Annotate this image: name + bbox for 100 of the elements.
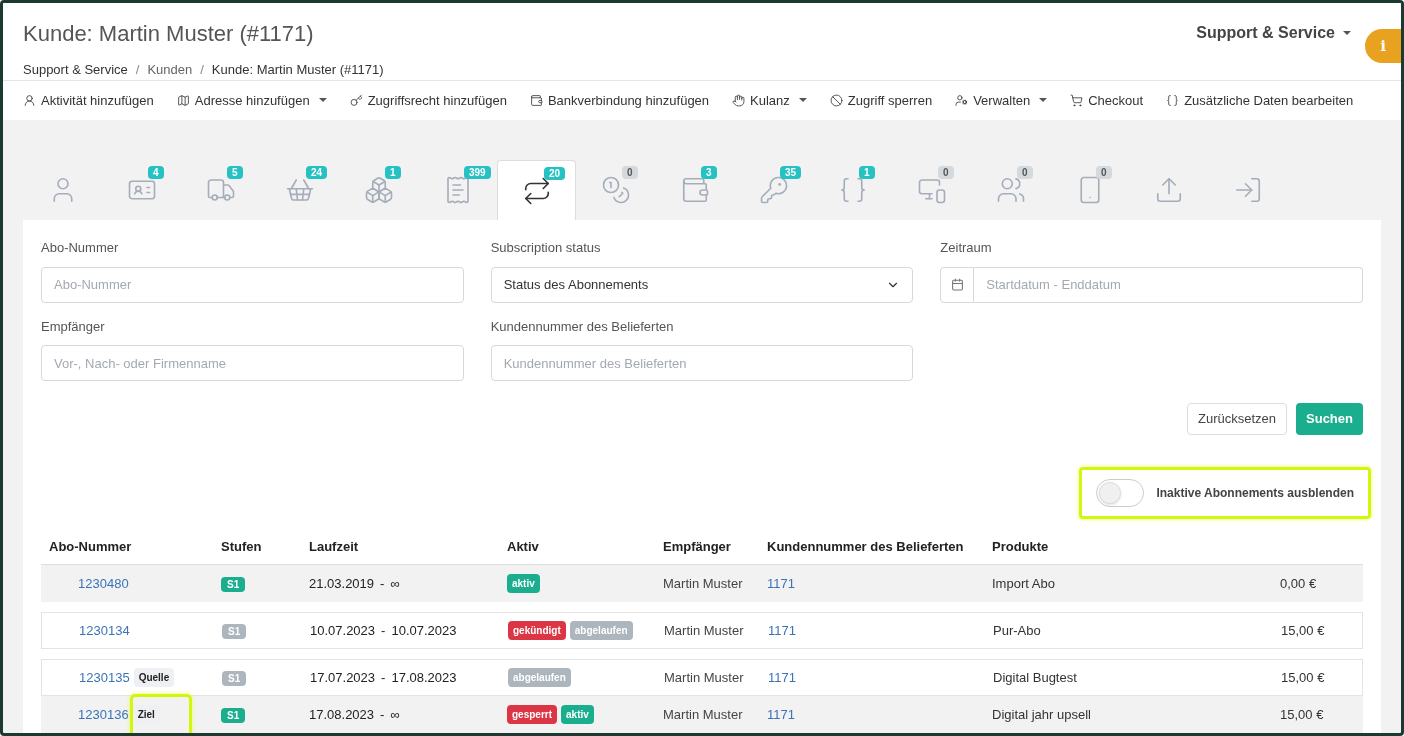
map-icon	[176, 93, 190, 107]
column-header: Produkte	[991, 537, 1050, 556]
count-badge: 3	[701, 166, 717, 179]
search-button[interactable]: Suchen	[1296, 403, 1363, 435]
cart-icon	[1070, 93, 1084, 107]
level-badge: S1	[221, 576, 246, 592]
recipient-cell-text: Martin Muster	[662, 705, 744, 724]
toolbar-button[interactable]: Aktivität hinzufügen	[23, 90, 154, 110]
count-badge: 5	[227, 166, 243, 179]
toolbar-button[interactable]: Kulanz	[732, 90, 807, 110]
breadcrumb-separator: /	[135, 61, 140, 79]
count-badge: 399	[464, 166, 491, 179]
subscription-link[interactable]: 1230136	[78, 704, 129, 725]
field-label: Empfänger	[41, 317, 106, 336]
price-cell-text: 15,00 €	[1280, 668, 1326, 687]
start-date: 10.07.2023	[310, 621, 376, 640]
subscription-link[interactable]: 1230134	[79, 620, 130, 641]
level-badge: S1	[222, 623, 247, 639]
key-icon	[349, 93, 363, 107]
user-gear-icon	[955, 93, 969, 107]
status-badge: gekündigt	[508, 621, 566, 640]
input-field[interactable]: Vor-, Nach- oder Firmenname	[41, 345, 464, 381]
start-date: 17.08.2023	[309, 705, 375, 724]
toolbar-button[interactable]: Checkout	[1070, 90, 1144, 110]
product-cell-text: Digital jahr upsell	[991, 705, 1092, 724]
count-badge: 1	[385, 166, 401, 179]
calendar-icon	[950, 278, 964, 291]
status-badge: gesperrt	[507, 705, 557, 724]
reset-button[interactable]: Zurücksetzen	[1187, 403, 1288, 435]
breadcrumb-link[interactable]: Kunde: Martin Muster (#1171)	[211, 60, 384, 80]
end-date: ∞	[390, 705, 400, 724]
end-date: 17.08.2023	[391, 668, 457, 687]
count-badge: 0	[622, 166, 638, 179]
users-icon	[995, 175, 1026, 205]
product-cell-text: Pur-Abo	[992, 621, 1042, 640]
date-range-field[interactable]: Startdatum - Enddatum	[974, 266, 1363, 303]
toolbar-button[interactable]: Zusätzliche Daten bearbeiten	[1166, 90, 1354, 110]
range-separator: -	[381, 668, 386, 687]
customer-number-link[interactable]: 1171	[760, 620, 985, 641]
area-menu-button[interactable]: Support & Service	[1196, 21, 1351, 45]
toggle-label: Inaktive Abonnements ausblenden	[1156, 485, 1354, 502]
toolbar-button[interactable]: Verwalten	[955, 90, 1048, 110]
column-header: Empfänger	[662, 537, 732, 556]
tab[interactable]: 0	[892, 160, 971, 220]
role-tag: Quelle	[133, 668, 175, 687]
range-separator: -	[380, 574, 385, 593]
status-badge: abgelaufen	[569, 621, 633, 640]
price-cell-text: 15,00 €	[1279, 705, 1325, 724]
customer-number-link[interactable]: 1171	[759, 573, 984, 594]
tab[interactable]: 0	[576, 160, 655, 220]
status-badge: abgelaufen	[508, 668, 571, 687]
range-separator: -	[381, 621, 386, 640]
key-icon	[758, 175, 789, 205]
toolbar-button[interactable]: Bankverbindung hinzufügen	[529, 90, 710, 110]
subscription-link[interactable]: 1230480	[78, 573, 129, 594]
tab[interactable]: 0	[971, 160, 1050, 220]
recipient-cell-text: Martin Muster	[663, 621, 745, 640]
count-badge: 35	[780, 166, 802, 179]
range-separator: -	[380, 705, 385, 724]
coins-icon	[600, 175, 631, 205]
recipient-cell-text: Martin Muster	[662, 574, 744, 593]
start-date: 17.07.2023	[310, 668, 376, 687]
select-field[interactable]: Status des Abonnements	[490, 266, 914, 303]
toolbar-button[interactable]: Zugriff sperren	[829, 90, 933, 110]
column-header: Kundennummer des Belieferten	[766, 537, 965, 556]
input-field[interactable]: Abo-Nummer	[41, 266, 464, 303]
breadcrumb-separator: /	[200, 61, 204, 79]
customer-number-link[interactable]: 1171	[759, 704, 984, 725]
toolbar-button[interactable]: Adresse hinzufügen	[176, 90, 327, 110]
recipient-cell-text: Martin Muster	[663, 668, 745, 687]
subscription-link[interactable]: 1230135	[79, 667, 130, 688]
tab[interactable]: 0	[1050, 160, 1129, 220]
column-header: Abo-Nummer	[48, 537, 133, 556]
field-label: Zeitraum	[940, 239, 993, 257]
level-badge: S1	[221, 707, 246, 723]
end-date: 10.07.2023	[391, 621, 457, 640]
toggle-switch[interactable]	[1096, 479, 1145, 507]
column-header: Stufen	[220, 537, 263, 556]
level-badge: S1	[222, 670, 247, 686]
count-badge: 24	[306, 166, 328, 179]
count-badge: 1	[859, 166, 875, 179]
customer-number-link[interactable]: 1171	[760, 667, 985, 688]
column-header: Aktiv	[506, 537, 540, 556]
price-cell-text: 15,00 €	[1280, 621, 1326, 640]
role-tag: Ziel	[132, 705, 160, 724]
breadcrumb-link[interactable]: Kunden	[147, 60, 193, 80]
page-title: Kunde: Martin Muster (#1171)	[23, 20, 315, 48]
status-badge: aktiv	[561, 705, 594, 724]
count-badge: 4	[148, 166, 164, 179]
field-label: Subscription status	[490, 239, 602, 257]
breadcrumb-link[interactable]: Support & Service	[23, 60, 128, 80]
caret-icon	[1343, 31, 1351, 35]
product-cell-text: Digital Bugtest	[992, 668, 1078, 687]
count-badge: 0	[938, 166, 954, 179]
boxes-icon	[363, 175, 394, 205]
toolbar-button[interactable]: Zugriffsrecht hinzufügen	[349, 90, 507, 110]
hand-icon	[732, 93, 746, 107]
ban-icon	[829, 93, 843, 107]
input-field[interactable]: Kundennummer des Belieferten	[490, 345, 914, 381]
count-badge: 0	[1096, 166, 1112, 179]
